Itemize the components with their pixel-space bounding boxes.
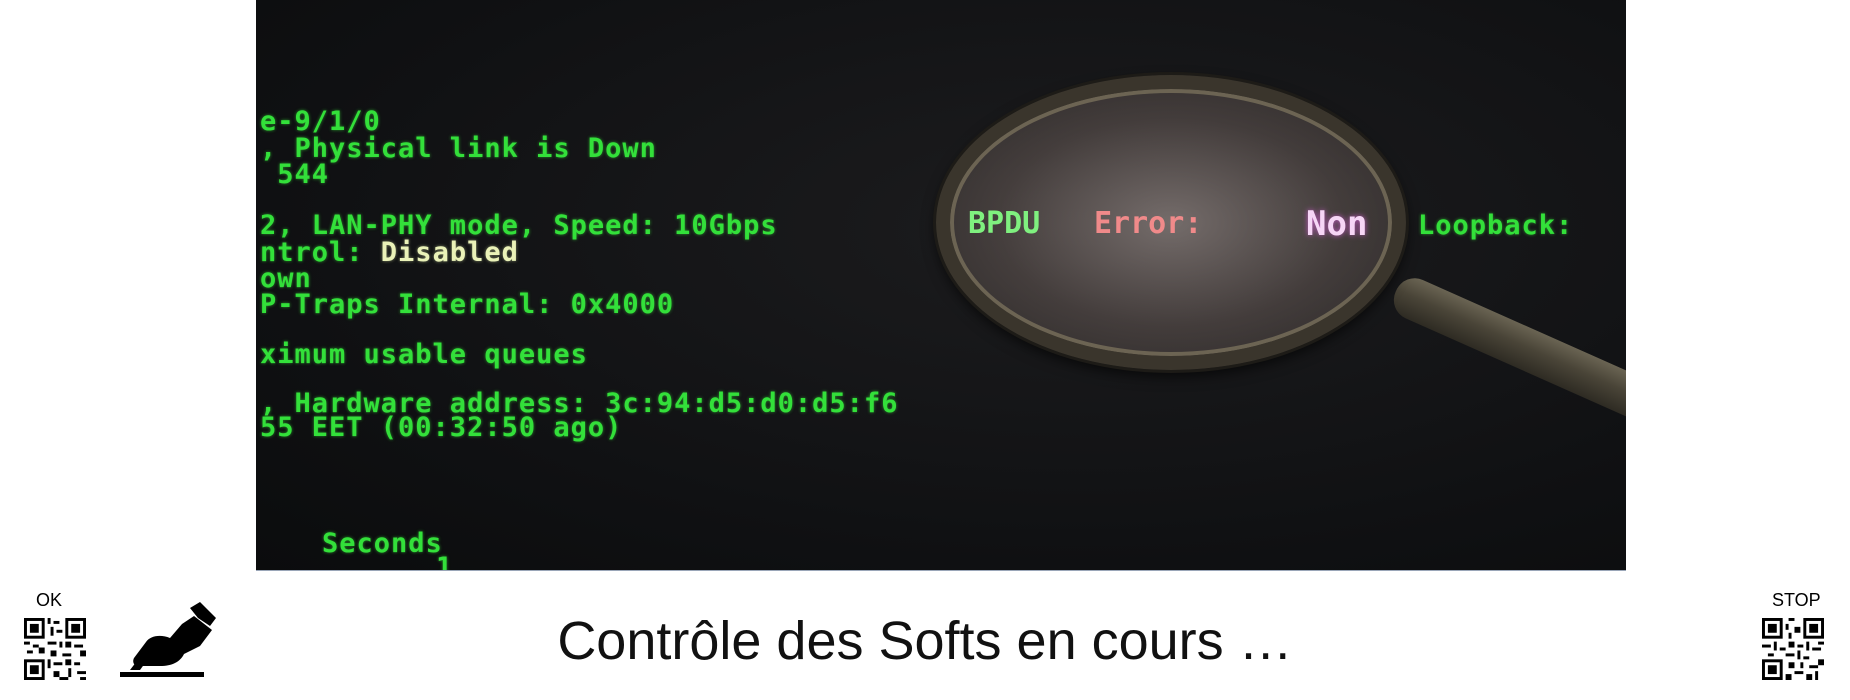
- lens-bpdu-text: BPDU: [968, 206, 1041, 241]
- terminal-line: 544: [260, 159, 330, 190]
- lens-error-text: Error:: [1094, 206, 1203, 241]
- ok-label: OK: [36, 590, 63, 610]
- lens-non-text: Non: [1306, 204, 1368, 244]
- terminal-line: Seconds: [322, 528, 443, 559]
- stop-qr-code-icon: [1762, 618, 1824, 680]
- magnifier-handle: [1387, 271, 1626, 433]
- loopback-text: Loopback:: [1418, 210, 1574, 241]
- terminal-line: 1: [436, 552, 454, 571]
- terminal-line: 55 EET (00:32:50 ago): [260, 412, 623, 443]
- status-message: Contrôle des Softs en cours …: [557, 611, 1293, 671]
- terminal-line: ximum usable queues: [260, 339, 588, 370]
- stop-label: STOP: [1772, 590, 1821, 610]
- disabled-text: Disabled: [380, 237, 519, 268]
- terminal-line: P-Traps Internal: 0x4000: [260, 289, 675, 320]
- terminal-photo: e-9/1/0 , Physical link is Down 544 2, L…: [256, 0, 1626, 571]
